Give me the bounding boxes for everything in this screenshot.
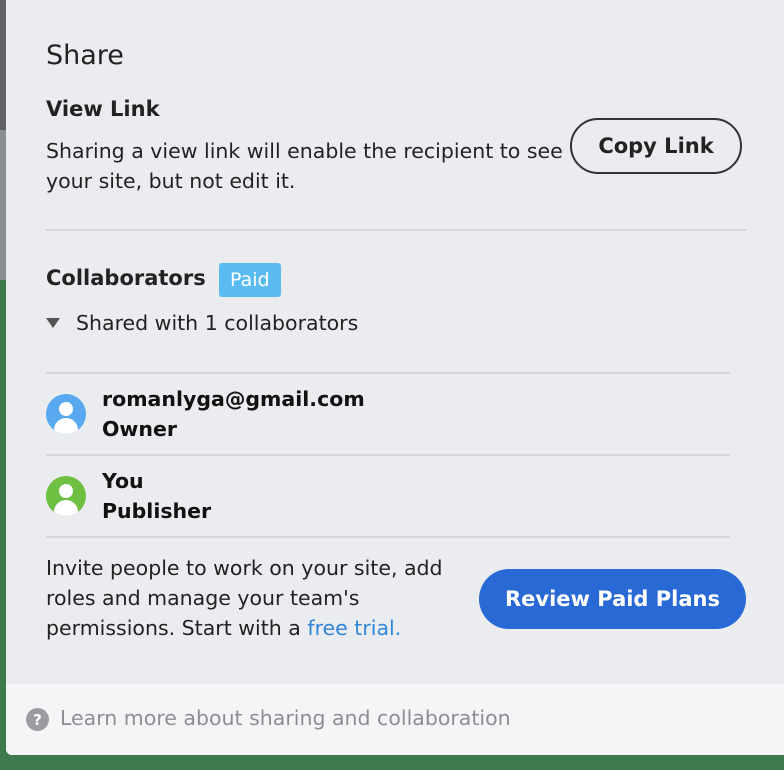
member-role: Publisher <box>102 499 212 523</box>
collaborators-toggle[interactable]: Shared with 1 collaborators <box>46 311 358 335</box>
caret-down-icon <box>46 318 60 328</box>
user-icon <box>46 476 86 516</box>
dialog-title: Share <box>46 40 124 71</box>
view-link-description: Sharing a view link will enable the reci… <box>46 139 563 193</box>
member-email: You <box>102 469 144 493</box>
list-divider <box>46 372 730 374</box>
member-role: Owner <box>102 417 177 441</box>
list-divider <box>46 536 730 538</box>
help-icon: ? <box>26 708 49 731</box>
paid-badge: Paid <box>219 263 281 297</box>
list-item: You Publisher <box>46 466 211 526</box>
copy-link-button[interactable]: Copy Link <box>570 118 742 174</box>
list-item: romanlyga@gmail.com Owner <box>46 384 365 444</box>
review-paid-plans-button[interactable]: Review Paid Plans <box>479 569 746 629</box>
user-icon <box>46 394 86 434</box>
list-divider <box>46 454 730 456</box>
section-divider <box>46 229 746 231</box>
member-email: romanlyga@gmail.com <box>102 387 365 411</box>
share-dialog: Share View Link Sharing a view link will… <box>6 0 784 755</box>
dialog-footer: ? Learn more about sharing and collabora… <box>6 684 784 755</box>
invite-text: Invite people to work on your site, add … <box>46 556 443 640</box>
learn-more-link[interactable]: Learn more about sharing and collaborati… <box>60 706 511 730</box>
view-link-heading: View Link <box>46 97 160 121</box>
collaborators-heading: Collaborators <box>46 266 206 290</box>
shared-summary: Shared with 1 collaborators <box>76 311 359 335</box>
free-trial-link[interactable]: free trial. <box>307 616 401 640</box>
